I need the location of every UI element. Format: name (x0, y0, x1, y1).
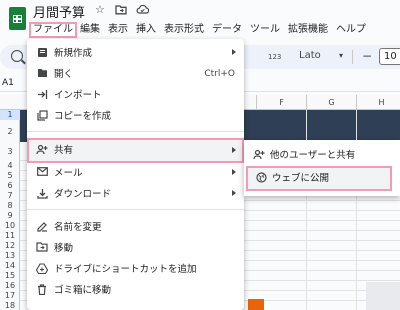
menu-insert[interactable]: 挿入 (133, 22, 161, 38)
open-folder-icon (36, 68, 48, 80)
file-menu-new-label: 新規作成 (54, 48, 93, 59)
chevron-down-icon[interactable]: ▾ (339, 51, 343, 60)
row-header-17[interactable]: 17 (0, 291, 20, 300)
row-header-2[interactable]: 2 (0, 121, 20, 142)
file-menu-move[interactable]: 移動 (27, 238, 244, 260)
globe-icon (255, 172, 267, 184)
row-header-5[interactable]: 5 (0, 171, 20, 180)
star-icon[interactable]: ☆ (95, 4, 105, 16)
shortcut-text: Ctrl+O (204, 69, 235, 79)
row-header-3[interactable]: 3 (0, 144, 20, 160)
number-format-button[interactable]: 123 (268, 53, 281, 61)
title-bar: 月間予算 ☆ (0, 0, 400, 30)
gray-cell-fill (366, 282, 400, 310)
file-menu-add-shortcut[interactable]: ドライブにショートカットを追加 (27, 259, 244, 281)
new-document-icon (36, 47, 48, 59)
rename-icon (36, 221, 48, 233)
row-headers: 1 2 3 4 5 6 7 8 9 10 11 12 13 14 15 16 1… (0, 110, 20, 310)
file-menu-new[interactable]: 新規作成 (27, 43, 244, 65)
menu-extensions[interactable]: 拡張機能 (285, 22, 333, 38)
file-menu-mail-label: メール (54, 168, 83, 179)
menu-divider (27, 131, 244, 132)
file-menu-mail[interactable]: メール (27, 163, 244, 185)
row-header-12[interactable]: 12 (0, 241, 20, 250)
row-header-14[interactable]: 14 (0, 261, 20, 270)
orange-cell-fill (248, 299, 264, 310)
menu-bar: ファイル 編集 表示 挿入 表示形式 データ ツール 拡張機能 ヘルプ (29, 22, 371, 38)
row-header-8[interactable]: 8 (0, 201, 20, 210)
menu-divider (27, 209, 244, 210)
font-select[interactable]: Lato (299, 50, 321, 61)
document-title[interactable]: 月間予算 (33, 2, 85, 21)
import-icon (36, 89, 48, 101)
decrease-font-size-button[interactable]: − (362, 49, 372, 63)
share-with-others[interactable]: 他のユーザーと共有 (244, 144, 400, 166)
file-menu-download-label: ダウンロード (54, 189, 112, 200)
menu-view[interactable]: 表示 (105, 22, 133, 38)
name-box[interactable]: A1 (2, 78, 14, 88)
row-header-10[interactable]: 10 (0, 221, 20, 230)
drive-shortcut-icon (35, 263, 49, 275)
row-header-6[interactable]: 6 (0, 181, 20, 190)
row-header-18[interactable]: 18 (0, 301, 20, 310)
share-with-others-label: 他のユーザーと共有 (270, 150, 356, 161)
copy-icon (36, 110, 48, 122)
row-header-9[interactable]: 9 (0, 211, 20, 220)
menu-tools[interactable]: ツール (247, 22, 285, 38)
cloud-status-icon[interactable] (136, 4, 150, 17)
font-size-input[interactable]: 10 (379, 48, 400, 65)
publish-to-web[interactable]: ウェブに公開 (246, 166, 392, 191)
file-menu-import[interactable]: インポート (27, 85, 244, 107)
share-submenu: 他のユーザーと共有 ウェブに公開 (244, 140, 400, 196)
column-header-g[interactable]: G (306, 95, 356, 110)
mail-icon (36, 167, 48, 179)
submenu-arrow-icon (232, 49, 236, 55)
file-menu-import-label: インポート (54, 90, 102, 101)
menu-help[interactable]: ヘルプ (333, 22, 371, 38)
file-menu-share[interactable]: 共有 (27, 138, 244, 163)
column-header-f[interactable]: F (256, 95, 306, 110)
menu-file[interactable]: ファイル (29, 22, 77, 38)
toolbar-divider (352, 50, 353, 64)
submenu-arrow-icon (232, 169, 236, 175)
share-person-icon (36, 144, 48, 156)
file-menu-rename[interactable]: 名前を変更 (27, 217, 244, 239)
file-menu-trash-label: ゴミ箱に移動 (54, 285, 112, 296)
column-header-h[interactable]: H (356, 95, 400, 110)
row-header-15[interactable]: 15 (0, 271, 20, 280)
file-menu-copy[interactable]: コピーを作成 (27, 106, 244, 128)
file-menu-move-label: 移動 (54, 243, 74, 254)
trash-icon (36, 284, 48, 296)
file-menu-add-shortcut-label: ドライブにショートカットを追加 (54, 264, 197, 275)
file-menu-rename-label: 名前を変更 (54, 222, 102, 233)
file-menu-trash[interactable]: ゴミ箱に移動 (27, 280, 244, 302)
submenu-arrow-icon (232, 147, 236, 153)
menu-edit[interactable]: 編集 (77, 22, 105, 38)
row-header-13[interactable]: 13 (0, 251, 20, 260)
file-menu-open-label: 開く (54, 69, 74, 80)
move-folder-icon[interactable] (115, 4, 127, 18)
row-header-11[interactable]: 11 (0, 231, 20, 240)
search-menus-icon[interactable] (11, 50, 23, 62)
row-header-16[interactable]: 16 (0, 281, 20, 290)
row-header-4[interactable]: 4 (0, 161, 20, 170)
add-person-icon (253, 149, 265, 161)
sheets-logo-icon[interactable] (9, 7, 26, 30)
publish-to-web-label: ウェブに公開 (272, 173, 330, 184)
file-menu: 新規作成 開く Ctrl+O インポート コピーを作成 共有 メール ダウンロー… (27, 39, 244, 310)
row-header-7[interactable]: 7 (0, 191, 20, 200)
download-icon (36, 188, 48, 200)
row-header-1[interactable]: 1 (0, 110, 20, 120)
file-menu-copy-label: コピーを作成 (54, 111, 112, 122)
move-folder-icon (36, 242, 48, 254)
menu-format[interactable]: 表示形式 (161, 22, 209, 38)
submenu-arrow-icon (232, 190, 236, 196)
file-menu-download[interactable]: ダウンロード (27, 184, 244, 206)
file-menu-open[interactable]: 開く Ctrl+O (27, 64, 244, 86)
menu-data[interactable]: データ (209, 22, 247, 38)
file-menu-share-label: 共有 (54, 145, 74, 156)
